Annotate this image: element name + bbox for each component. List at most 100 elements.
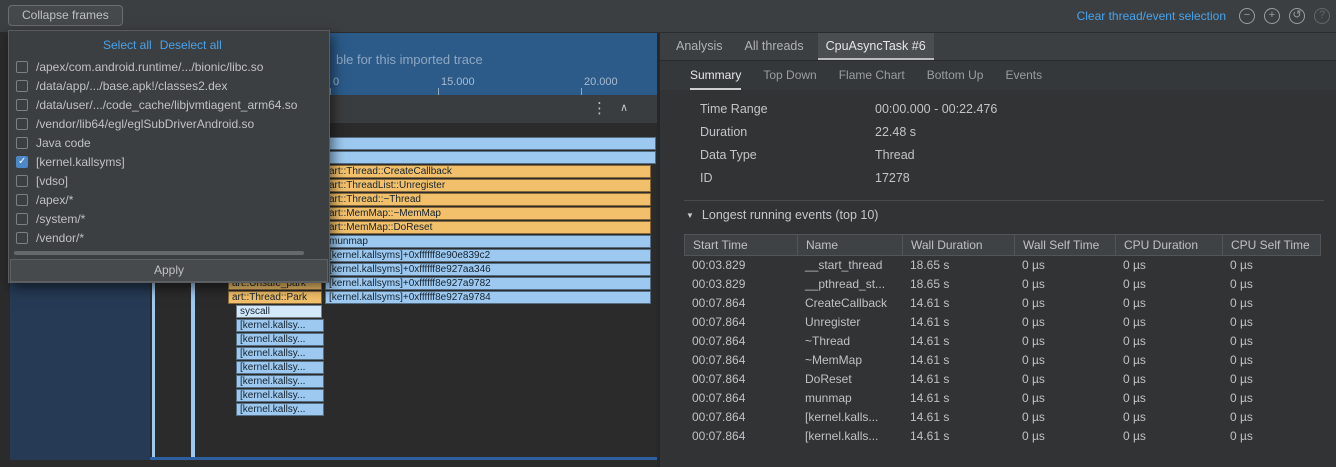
flame-bar[interactable]: art::Thread::CreateCallback <box>325 165 651 178</box>
flame-bar[interactable]: [kernel.kallsy... <box>236 375 324 388</box>
table-row[interactable]: 00:07.864 [kernel.kalls... 14.61 s 0 µs … <box>684 408 1321 427</box>
flame-bar[interactable]: art::ThreadList::Unregister <box>325 179 651 192</box>
frame-filter-option[interactable]: /data/user/.../code_cache/libjvmtiagent_… <box>9 95 329 114</box>
flame-bar[interactable]: [kernel.kallsyms]+0xffffff8e927a9782 <box>325 277 651 290</box>
checkbox-icon[interactable] <box>16 99 28 111</box>
tab-top-down[interactable]: Top Down <box>763 61 816 90</box>
tab-cpuasynctask[interactable]: CpuAsyncTask #6 <box>818 32 934 60</box>
checkbox-icon[interactable] <box>16 194 28 206</box>
tab-all-threads[interactable]: All threads <box>737 32 812 60</box>
cell-cpu-self-time: 0 µs <box>1222 256 1321 275</box>
summary-value: Thread <box>875 144 915 167</box>
collapse-frames-popup: Select all Deselect all /apex/com.androi… <box>8 30 330 283</box>
top-toolbar: Collapse frames Clear thread/event selec… <box>0 0 1336 33</box>
table-row[interactable]: 00:07.864 CreateCallback 14.61 s 0 µs 0 … <box>684 294 1321 313</box>
zoom-out-icon[interactable]: − <box>1239 8 1255 24</box>
table-row[interactable]: 00:07.864 DoReset 14.61 s 0 µs 0 µs 0 µs <box>684 370 1321 389</box>
summary-value: 00:00.000 - 00:22.476 <box>875 98 997 121</box>
checkbox-icon[interactable] <box>16 175 28 187</box>
flame-bar[interactable]: [kernel.kallsyms]+0xffffff8e927aa346 <box>325 263 651 276</box>
frame-filter-option[interactable]: /apex/com.android.runtime/.../bionic/lib… <box>9 57 329 76</box>
column-header-wall-self-time[interactable]: Wall Self Time <box>1015 235 1116 255</box>
flame-bar[interactable]: art::Thread::Park <box>228 291 322 304</box>
column-header-cpu-duration[interactable]: CPU Duration <box>1116 235 1223 255</box>
flame-bar[interactable]: munmap <box>325 235 651 248</box>
table-row[interactable]: 00:03.829 __start_thread 18.65 s 0 µs 0 … <box>684 256 1321 275</box>
flame-bar[interactable]: art::MemMap::DoReset <box>325 221 651 234</box>
frame-filter-option[interactable]: Java code <box>9 133 329 152</box>
collapse-frames-button[interactable]: Collapse frames <box>8 5 123 26</box>
flame-bar[interactable]: art::Thread::~Thread <box>325 193 651 206</box>
table-row[interactable]: 00:07.864 Unregister 14.61 s 0 µs 0 µs 0… <box>684 313 1321 332</box>
flame-bar[interactable]: [kernel.kallsy... <box>236 403 324 416</box>
tab-events[interactable]: Events <box>1005 61 1042 90</box>
horizontal-scrollbar[interactable] <box>14 251 304 255</box>
checkbox-icon[interactable] <box>16 61 28 73</box>
frame-filter-option[interactable]: /data/app/.../base.apk!/classes2.dex <box>9 76 329 95</box>
frame-filter-label: /data/user/.../code_cache/libjvmtiagent_… <box>36 98 297 112</box>
flame-bar[interactable]: [kernel.kallsy... <box>236 333 324 346</box>
table-row[interactable]: 00:03.829 __pthread_st... 18.65 s 0 µs 0… <box>684 275 1321 294</box>
flame-bar[interactable]: syscall <box>236 305 322 318</box>
tab-bottom-up[interactable]: Bottom Up <box>927 61 984 90</box>
column-header-start-time[interactable]: Start Time <box>685 235 798 255</box>
frame-filter-option[interactable]: /vendor/lib64/egl/eglSubDriverAndroid.so <box>9 114 329 133</box>
checkbox-icon[interactable] <box>16 213 28 225</box>
analysis-panel: Analysis All threads CpuAsyncTask #6 Sum… <box>660 32 1336 467</box>
frame-filter-option[interactable]: [kernel.kallsyms] <box>9 152 329 171</box>
tab-analysis[interactable]: Analysis <box>668 32 731 60</box>
axis-tick <box>438 88 439 95</box>
column-header-cpu-self-time[interactable]: CPU Self Time <box>1223 235 1322 255</box>
column-header-wall-duration[interactable]: Wall Duration <box>903 235 1015 255</box>
cell-start-time: 00:07.864 <box>684 389 797 408</box>
frame-filter-label: /vendor/lib64/egl/eglSubDriverAndroid.so <box>36 117 254 131</box>
flame-bar[interactable]: [kernel.kallsy... <box>236 319 324 332</box>
collapse-panel-chevron-icon[interactable]: ∧ <box>620 101 628 114</box>
flame-bar[interactable]: [kernel.kallsyms]+0xffffff8e927a9784 <box>325 291 651 304</box>
cell-cpu-duration: 0 µs <box>1115 389 1222 408</box>
flame-bar[interactable]: [kernel.kallsyms]+0xffffff8e90e839c2 <box>325 249 651 262</box>
cell-cpu-duration: 0 µs <box>1115 351 1222 370</box>
flame-bar[interactable]: [kernel.kallsy... <box>236 347 324 360</box>
frame-filter-option[interactable]: /system/* <box>9 209 329 228</box>
longest-events-table: Start Time Name Wall Duration Wall Self … <box>684 234 1321 446</box>
section-title: Longest running events (top 10) <box>702 208 879 222</box>
checkbox-icon[interactable] <box>16 118 28 130</box>
table-row[interactable]: 00:07.864 ~MemMap 14.61 s 0 µs 0 µs 0 µs <box>684 351 1321 370</box>
reset-zoom-icon[interactable]: ↺ <box>1289 8 1305 24</box>
timeline-banner-text: ble for this imported trace <box>336 52 483 67</box>
longest-events-section-header[interactable]: ▼ Longest running events (top 10) <box>686 208 878 222</box>
timeline-scrollbar[interactable] <box>150 457 657 460</box>
tab-summary[interactable]: Summary <box>690 61 741 90</box>
cell-wall-duration: 14.61 s <box>902 408 1014 427</box>
cell-wall-self-time: 0 µs <box>1014 389 1115 408</box>
flame-bar[interactable]: [kernel.kallsy... <box>236 361 324 374</box>
checkbox-icon[interactable] <box>16 232 28 244</box>
checkbox-icon[interactable] <box>16 80 28 92</box>
frame-filter-option[interactable]: /apex/* <box>9 190 329 209</box>
table-row[interactable]: 00:07.864 ~Thread 14.61 s 0 µs 0 µs 0 µs <box>684 332 1321 351</box>
clear-thread-event-selection-link[interactable]: Clear thread/event selection <box>1077 9 1226 23</box>
cell-name: DoReset <box>797 370 902 389</box>
cell-wall-duration: 18.65 s <box>902 275 1014 294</box>
select-all-link[interactable]: Select all <box>103 38 152 52</box>
deselect-all-link[interactable]: Deselect all <box>160 38 222 52</box>
flame-bar[interactable]: [kernel.kallsy... <box>236 389 324 402</box>
checkbox-icon[interactable] <box>16 137 28 149</box>
flame-bar[interactable]: art::MemMap::~MemMap <box>325 207 651 220</box>
frame-filter-option[interactable]: [vdso] <box>9 171 329 190</box>
checkbox-icon[interactable] <box>16 156 28 168</box>
frame-filter-label: [vdso] <box>36 174 68 188</box>
tab-flame-chart[interactable]: Flame Chart <box>839 61 905 90</box>
frame-filter-label: /system/* <box>36 212 85 226</box>
kebab-menu-icon[interactable]: ⋮ <box>592 99 607 117</box>
frame-filter-option[interactable]: /vendor/* <box>9 228 329 247</box>
section-collapse-icon[interactable]: ▼ <box>686 211 694 220</box>
apply-button[interactable]: Apply <box>10 259 328 282</box>
column-header-name[interactable]: Name <box>798 235 903 255</box>
summary-label: Data Type <box>660 144 875 167</box>
help-icon[interactable]: ? <box>1314 8 1330 24</box>
table-row[interactable]: 00:07.864 [kernel.kalls... 14.61 s 0 µs … <box>684 427 1321 446</box>
zoom-in-icon[interactable]: + <box>1264 8 1280 24</box>
table-row[interactable]: 00:07.864 munmap 14.61 s 0 µs 0 µs 0 µs <box>684 389 1321 408</box>
